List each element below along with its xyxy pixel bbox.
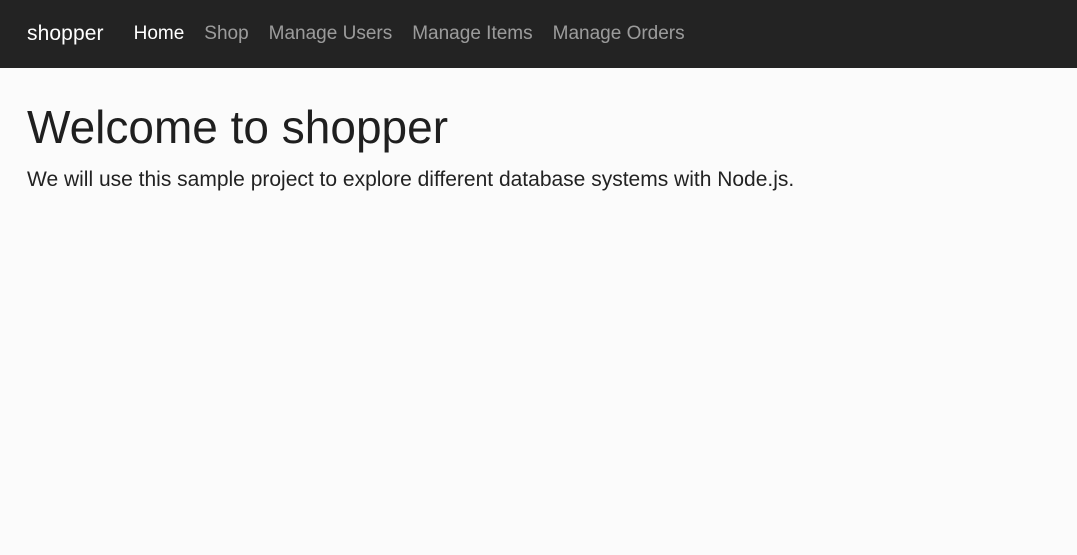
- nav-item-manage-orders[interactable]: Manage Orders: [553, 23, 685, 45]
- nav-item-home[interactable]: Home: [134, 23, 185, 45]
- navbar: shopper Home Shop Manage Users Manage It…: [0, 0, 1077, 68]
- nav-item-manage-items[interactable]: Manage Items: [412, 23, 532, 45]
- page-title: Welcome to shopper: [27, 101, 449, 153]
- brand-link[interactable]: shopper: [27, 22, 104, 46]
- nav-item-shop[interactable]: Shop: [204, 23, 248, 45]
- main-content: Welcome to shopper We will use this samp…: [0, 68, 1077, 194]
- lead-text: We will use this sample project to explo…: [27, 168, 795, 191]
- nav-menu: Home Shop Manage Users Manage Items Mana…: [134, 23, 705, 45]
- nav-item-manage-users[interactable]: Manage Users: [269, 23, 393, 45]
